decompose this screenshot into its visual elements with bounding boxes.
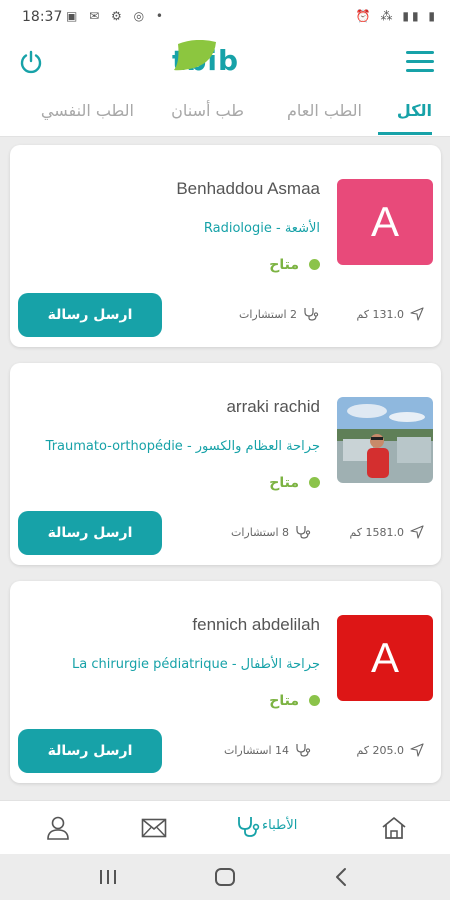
tab-dentistry[interactable]: طب أسنان	[171, 101, 244, 120]
distance-label: 205.0 كم	[356, 744, 404, 757]
avatar: A	[337, 615, 433, 701]
consultations-count: 2 استشارات	[239, 307, 319, 321]
doctor-specialty: Radiologie - الأشعة	[203, 221, 320, 236]
send-message-button[interactable]: ارسل رسالة	[18, 293, 162, 337]
home-icon[interactable]	[381, 815, 407, 841]
avatar-letter: A	[337, 615, 433, 701]
logo-badge: 24	[230, 40, 276, 72]
location-arrow-icon	[410, 525, 424, 539]
distance: 131.0 كم	[356, 307, 424, 321]
consultations-count: 8 استشارات	[231, 525, 311, 539]
status-bar: 18:37 ▣ ✉ ⚙ ◎ • ⏰ ⁂ ▮▮ ▮	[0, 0, 450, 34]
availability-dot	[309, 477, 320, 488]
doctor-card[interactable]: A Benhaddou Asmaa Radiologie - الأشعة مت…	[10, 145, 441, 347]
stethoscope-icon	[296, 744, 311, 757]
location-arrow-icon	[410, 307, 424, 321]
consultations-count: 14 استشارات	[224, 743, 311, 757]
avatar: A	[337, 179, 433, 265]
power-icon[interactable]	[18, 49, 44, 75]
consultations-label: 14 استشارات	[224, 744, 289, 757]
doctor-card[interactable]: arraki rachid Traumato-orthopédie - جراح…	[10, 363, 441, 565]
status-time: 18:37	[22, 9, 63, 25]
app-logo: tbib 24	[172, 40, 282, 84]
notification-icons: ▣ ✉ ⚙ ◎ •	[66, 9, 167, 23]
consultations-label: 8 استشارات	[231, 526, 289, 539]
availability-status: متاح	[269, 693, 320, 709]
distance-label: 1581.0 كم	[349, 526, 404, 539]
availability-dot	[309, 259, 320, 270]
distance: 1581.0 كم	[349, 525, 424, 539]
doctor-specialty: Traumato-orthopédie - جراحة العظام والكس…	[45, 439, 320, 454]
app-header: tbib 24	[0, 34, 450, 88]
specialty-tabs: الكل الطب العام طب أسنان الطب النفسي	[0, 88, 450, 137]
availability-dot	[309, 695, 320, 706]
stethoscope-icon	[296, 526, 311, 539]
consultations-label: 2 استشارات	[239, 308, 297, 321]
status-label: متاح	[269, 257, 299, 273]
logo-badge-text: 24	[242, 44, 270, 68]
back-icon[interactable]	[334, 867, 348, 887]
distance-label: 131.0 كم	[356, 308, 404, 321]
doctor-name: Benhaddou Asmaa	[176, 179, 320, 198]
nav-doctors-label[interactable]: الأطباء	[262, 818, 297, 833]
stethoscope-icon	[304, 308, 319, 321]
send-message-button[interactable]: ارسل رسالة	[18, 511, 162, 555]
tab-all[interactable]: الكل	[397, 101, 432, 120]
doctor-name: fennich abdelilah	[192, 615, 320, 634]
stethoscope-icon[interactable]	[236, 815, 260, 839]
hamburger-menu-icon[interactable]	[406, 51, 434, 73]
profile-icon[interactable]	[45, 815, 71, 841]
doctor-name: arraki rachid	[226, 397, 320, 416]
tab-psychiatry[interactable]: الطب النفسي	[41, 101, 134, 120]
status-label: متاح	[269, 475, 299, 491]
distance: 205.0 كم	[356, 743, 424, 757]
mail-icon[interactable]	[141, 818, 167, 838]
bottom-navigation: الأطباء	[0, 800, 450, 855]
logo-badge-shape	[174, 40, 216, 71]
location-arrow-icon	[410, 743, 424, 757]
home-button-icon[interactable]	[214, 867, 236, 887]
tab-general-medicine[interactable]: الطب العام	[287, 101, 362, 120]
availability-status: متاح	[269, 475, 320, 491]
doctor-card[interactable]: A fennich abdelilah La chirurgie pédiatr…	[10, 581, 441, 783]
active-tab-indicator	[378, 132, 432, 135]
status-label: متاح	[269, 693, 299, 709]
system-status-icons: ⏰ ⁂ ▮▮ ▮	[355, 9, 438, 23]
doctor-specialty: La chirurgie pédiatrique - جراحة الأطفال	[72, 657, 320, 672]
system-navigation-bar	[0, 854, 450, 900]
avatar-letter: A	[337, 179, 433, 265]
recent-apps-icon[interactable]	[98, 868, 118, 886]
send-message-button[interactable]: ارسل رسالة	[18, 729, 162, 773]
avatar-photo	[337, 397, 433, 483]
availability-status: متاح	[269, 257, 320, 273]
